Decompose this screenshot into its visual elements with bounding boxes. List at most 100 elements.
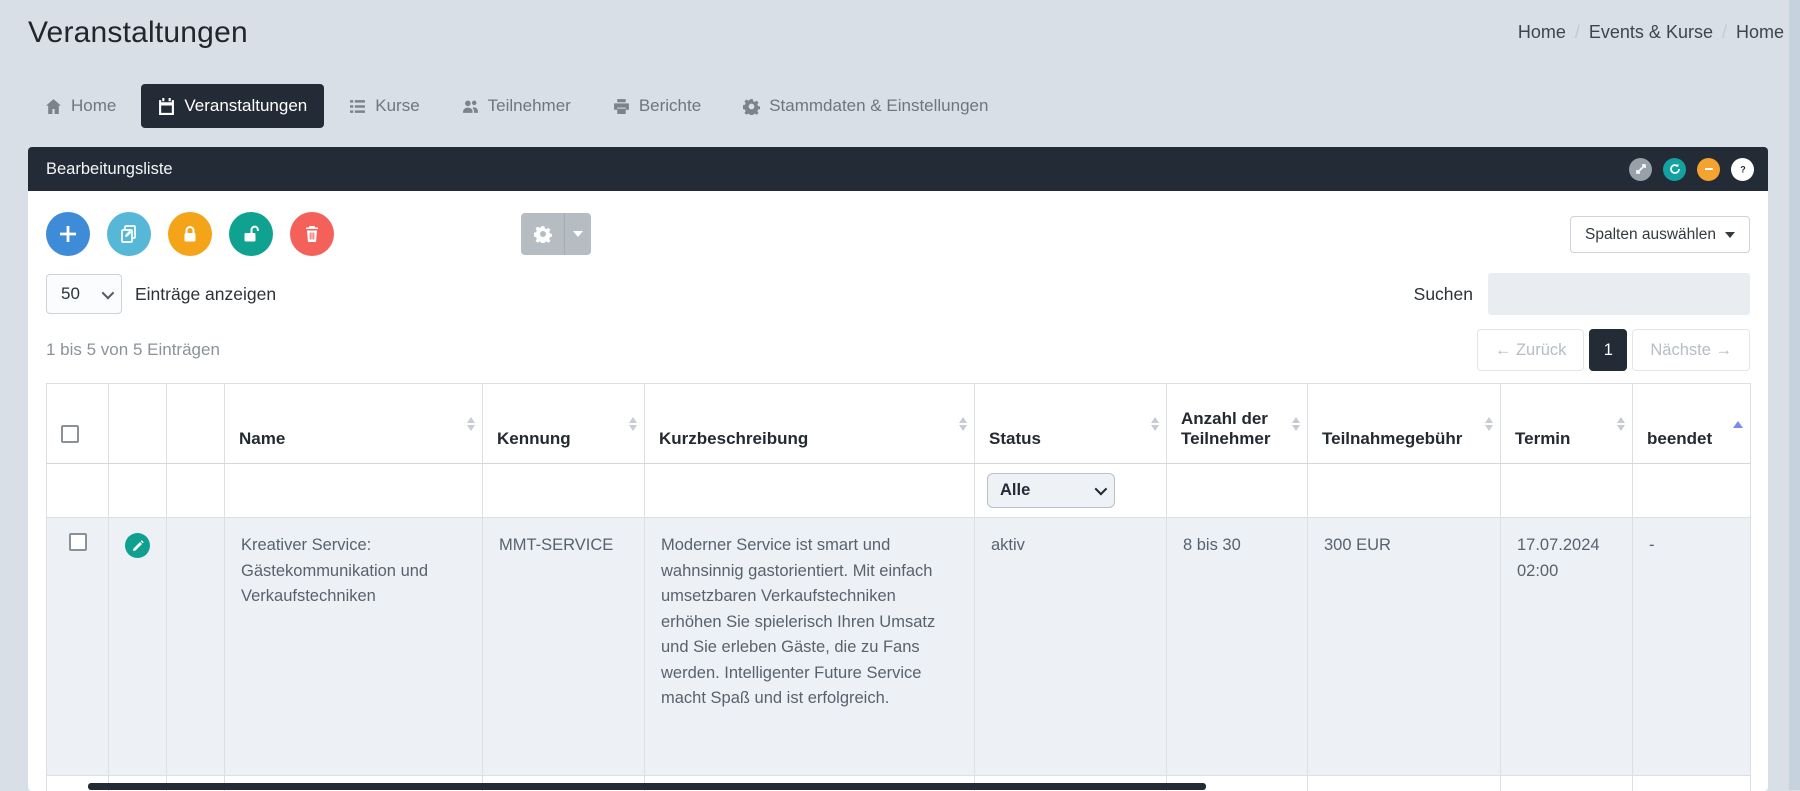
breadcrumb-item-events-kurse[interactable]: Events & Kurse bbox=[1589, 22, 1713, 42]
lock-button[interactable] bbox=[168, 212, 212, 256]
print-icon bbox=[613, 98, 630, 115]
column-header-termin[interactable]: Termin bbox=[1501, 384, 1633, 464]
tab-kurse[interactable]: Kurse bbox=[332, 84, 436, 128]
minus-icon bbox=[1703, 163, 1715, 175]
users-icon bbox=[462, 98, 479, 115]
column-label: Kennung bbox=[497, 429, 571, 448]
lock-closed-icon bbox=[180, 224, 200, 244]
row-beendet-cell: - bbox=[1633, 518, 1751, 776]
sort-icon bbox=[629, 413, 637, 435]
column-header-kurzbeschreibung[interactable]: Kurzbeschreibung bbox=[645, 384, 975, 464]
caret-down-icon bbox=[573, 231, 583, 242]
help-button[interactable]: ? bbox=[1731, 158, 1754, 181]
horizontal-scrollbar-thumb[interactable] bbox=[88, 783, 1206, 790]
row-edit-cell bbox=[109, 518, 167, 776]
search-area: Suchen bbox=[1414, 273, 1750, 315]
settings-split-button bbox=[521, 213, 591, 255]
pagination-next-button[interactable]: Nächste → bbox=[1632, 329, 1750, 371]
column-label: Name bbox=[239, 429, 285, 448]
expand-icon bbox=[1635, 163, 1647, 175]
trash-icon bbox=[302, 224, 322, 244]
table-row: Kreativer Service: Gästekommunikation un… bbox=[47, 518, 1751, 776]
columns-select-button[interactable]: Spalten auswählen bbox=[1570, 216, 1750, 253]
question-icon: ? bbox=[1737, 163, 1749, 175]
add-button[interactable] bbox=[46, 212, 90, 256]
column-header-kennung[interactable]: Kennung bbox=[483, 384, 645, 464]
page-title: Veranstaltungen bbox=[28, 16, 1768, 50]
column-label: Kurzbeschreibung bbox=[659, 429, 808, 448]
lock-open-icon bbox=[241, 224, 261, 244]
select-all-checkbox[interactable] bbox=[61, 425, 79, 443]
entries-info: 1 bis 5 von 5 Einträgen bbox=[46, 340, 220, 360]
tab-teilnehmer[interactable]: Teilnehmer bbox=[445, 84, 588, 128]
page-length-value: 50 bbox=[61, 284, 80, 304]
svg-text:?: ? bbox=[1740, 165, 1746, 175]
row-name-cell: Kreativer Service: Gästekommunikation un… bbox=[225, 518, 483, 776]
unlock-button[interactable] bbox=[229, 212, 273, 256]
home-icon bbox=[45, 98, 62, 115]
delete-button[interactable] bbox=[290, 212, 334, 256]
breadcrumb-item-home[interactable]: Home bbox=[1518, 22, 1566, 42]
column-header-anzahl-teilnehmer[interactable]: Anzahl der Teilnehmer bbox=[1167, 384, 1308, 464]
filter-row: Alle bbox=[47, 464, 1751, 518]
gear-icon bbox=[743, 98, 760, 115]
sort-icon bbox=[1292, 413, 1300, 435]
sort-ascending-icon bbox=[1733, 416, 1743, 428]
search-input[interactable] bbox=[1488, 273, 1750, 315]
tab-veranstaltungen[interactable]: Veranstaltungen bbox=[141, 84, 324, 128]
sort-icon bbox=[959, 413, 967, 435]
expand-button[interactable] bbox=[1629, 158, 1652, 181]
pagination: ← Zurück 1 Nächste → bbox=[1477, 329, 1750, 371]
tab-berichte[interactable]: Berichte bbox=[596, 84, 718, 128]
row-termin-cell: 17.07.2024 02:00 bbox=[1501, 518, 1633, 776]
entries-label: Einträge anzeigen bbox=[135, 284, 276, 305]
panel-header: Bearbeitungsliste ? bbox=[28, 147, 1768, 191]
collapse-button[interactable] bbox=[1697, 158, 1720, 181]
duplicate-button[interactable] bbox=[107, 212, 151, 256]
breadcrumb-separator: / bbox=[1722, 22, 1727, 42]
row-checkbox[interactable] bbox=[69, 533, 87, 551]
settings-button[interactable] bbox=[521, 213, 565, 255]
tab-stammdaten-einstellungen[interactable]: Stammdaten & Einstellungen bbox=[726, 84, 1005, 128]
columns-select-label: Spalten auswählen bbox=[1585, 226, 1716, 244]
vertical-scrollbar[interactable] bbox=[1789, 0, 1800, 790]
row-status-cell: aktiv bbox=[975, 518, 1167, 776]
search-label: Suchen bbox=[1414, 284, 1473, 305]
tab-label: Berichte bbox=[639, 96, 701, 116]
pagination-page-1-button[interactable]: 1 bbox=[1589, 329, 1627, 371]
column-header-status[interactable]: Status bbox=[975, 384, 1167, 464]
column-header-name[interactable]: Name bbox=[225, 384, 483, 464]
info-pagination-row: 1 bis 5 von 5 Einträgen ← Zurück 1 Nächs… bbox=[46, 329, 1750, 371]
list-icon bbox=[349, 98, 366, 115]
panel-body: Spalten auswählen 50 Einträge anzeigen S… bbox=[28, 191, 1768, 791]
breadcrumb-item-home-2[interactable]: Home bbox=[1736, 22, 1784, 42]
page-length-select[interactable]: 50 bbox=[46, 274, 122, 314]
settings-dropdown-toggle[interactable] bbox=[565, 213, 591, 255]
panel-header-icons: ? bbox=[1629, 158, 1754, 181]
column-label: Teilnahmegebühr bbox=[1322, 429, 1462, 448]
header-row: Name Kennung Kurzbeschreibung Status Anz… bbox=[47, 384, 1751, 464]
column-header-beendet[interactable]: beendet bbox=[1633, 384, 1751, 464]
caret-down-icon bbox=[1725, 232, 1735, 243]
row-kurzbeschreibung-cell: Moderner Service ist smart und wahnsinni… bbox=[645, 518, 975, 776]
bearbeitungsliste-panel: Bearbeitungsliste ? bbox=[28, 147, 1768, 791]
refresh-button[interactable] bbox=[1663, 158, 1686, 181]
sort-icon bbox=[1617, 413, 1625, 435]
select-all-header bbox=[47, 384, 109, 464]
tab-label: Teilnehmer bbox=[488, 96, 571, 116]
column-label: beendet bbox=[1647, 429, 1712, 448]
pencil-icon bbox=[132, 540, 144, 552]
main-nav: Home Veranstaltungen Kurse Teilnehmer Be… bbox=[28, 82, 1768, 130]
row-teilnehmer-cell: 8 bis 30 bbox=[1167, 518, 1308, 776]
events-table: Name Kennung Kurzbeschreibung Status Anz… bbox=[46, 383, 1751, 791]
tab-label: Veranstaltungen bbox=[184, 96, 307, 116]
tab-home[interactable]: Home bbox=[28, 84, 133, 128]
refresh-icon bbox=[1669, 163, 1681, 175]
top-bar: Veranstaltungen Home/Events & Kurse/Home bbox=[28, 0, 1768, 50]
pagination-prev-button[interactable]: ← Zurück bbox=[1477, 329, 1585, 371]
edit-row-button[interactable] bbox=[125, 533, 150, 558]
status-filter-select[interactable]: Alle bbox=[987, 473, 1115, 508]
tab-label: Kurse bbox=[375, 96, 419, 116]
column-header-teilnahmegebuehr[interactable]: Teilnahmegebühr bbox=[1308, 384, 1501, 464]
chevron-down-icon bbox=[102, 286, 115, 299]
